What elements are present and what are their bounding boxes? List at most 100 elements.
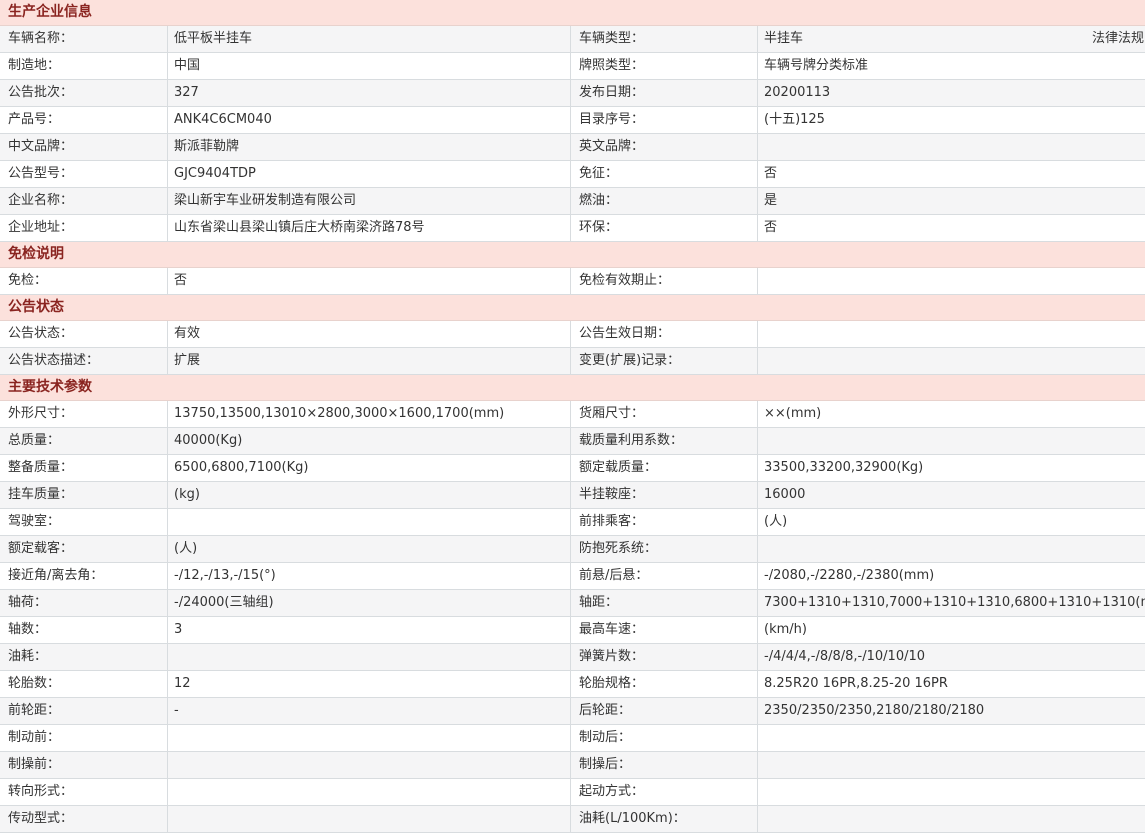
row-value-right: 车辆号牌分类标准: [757, 53, 1145, 79]
row-label-left: 前轮距：: [8, 703, 61, 718]
row-value-left: [167, 509, 570, 535]
row-label-left: 企业名称：: [8, 193, 74, 208]
row-label-right: 燃油：: [570, 188, 757, 214]
section-2: 公告状态 公告状态： 有效 公告生效日期： 公告状态描述： 扩展 变更(扩展)记录：: [0, 295, 1145, 375]
row-value-right: 2350/2350/2350,2180/2180/2180: [757, 698, 1145, 724]
table-row: 公告型号： GJC9404TDP 免征：否: [0, 161, 1145, 188]
table-row: 轴数： 3 最高车速： (km/h): [0, 617, 1145, 644]
row-label-right: 牌照类型：: [570, 53, 757, 79]
row-value-right: [757, 428, 1145, 454]
row-value-right: [757, 752, 1145, 778]
row-label-right: 前悬/后悬：: [570, 563, 757, 589]
row-label-left: 公告状态：: [8, 326, 74, 341]
row-value-right: -/4/4/4,-/8/8/8,-/10/10/10: [757, 644, 1145, 670]
vehicle-info-page: 生产企业信息 车辆名称： 低平板半挂车 车辆类型： 半挂车 法律法规 制造地： 中国 牌照类型：…: [0, 0, 1145, 839]
row-label-right: 起动方式：: [570, 779, 757, 805]
row-value-left: 6500,6800,7100(Kg): [167, 455, 570, 481]
row-value-left: 12: [167, 671, 570, 697]
table-row: 驾驶室： 前排乘客： (人): [0, 509, 1145, 536]
row-label-left: 公告批次：: [8, 85, 74, 100]
legal-regulations-link[interactable]: 法律法规: [1092, 26, 1145, 52]
table-row: 公告状态： 有效 公告生效日期：: [0, 321, 1145, 348]
row-value-left: 中国: [167, 53, 570, 79]
row-label-right: 制动后：: [570, 725, 757, 751]
row-label-right: 前排乘客：: [570, 509, 757, 535]
row-label-left: 轮胎数：: [8, 676, 61, 691]
row-value-left: [167, 752, 570, 778]
row-value-right: 半挂车 法律法规: [757, 26, 1145, 52]
row-label-right: 英文品牌：: [570, 134, 757, 160]
row-label-right: 公告生效日期：: [570, 321, 757, 347]
row-label-left: 公告型号：: [8, 166, 74, 181]
table-row: 挂车质量： (kg) 半挂鞍座： 16000: [0, 482, 1145, 509]
row-value-right: [757, 779, 1145, 805]
row-label-left: 制操前：: [8, 757, 61, 772]
row-label-right: 防抱死系统：: [570, 536, 757, 562]
row-value-right: 是: [757, 188, 1145, 214]
table-row: 外形尺寸： 13750,13500,13010×2800,3000×1600,17…: [0, 401, 1145, 428]
row-label-right: 变更(扩展)记录：: [570, 348, 757, 374]
row-value-left: (人): [167, 536, 570, 562]
table-row: 产品号： ANK4C6CM040 目录序号： (十五)125: [0, 107, 1145, 134]
row-label-right: 发布日期：: [570, 80, 757, 106]
row-label-right: 油耗(L/100Km)：: [570, 806, 757, 832]
row-value-right: 7300+1310+1310,7000+1310+1310,6800+1310+…: [757, 590, 1145, 616]
table-row: 公告批次： 327 发布日期： 20200113: [0, 80, 1145, 107]
table-row: 企业名称： 梁山新宇车业研发制造有限公司 燃油：是: [0, 188, 1145, 215]
row-value-right: ××(mm): [757, 401, 1145, 427]
row-label-left: 制动前：: [8, 730, 61, 745]
row-value-left: 否: [167, 268, 570, 294]
row-label-right: 免征：: [570, 161, 757, 187]
row-value-left: [167, 725, 570, 751]
row-value-left: ANK4C6CM040: [167, 107, 570, 133]
row-label-right: 轴距：: [570, 590, 757, 616]
row-value-right: (十五)125: [757, 107, 1145, 133]
table-row: 额定载客： (人) 防抱死系统：: [0, 536, 1145, 563]
section-1: 免检说明 免检： 否免检有效期止：: [0, 242, 1145, 295]
row-label-left: 企业地址：: [8, 220, 74, 235]
row-label-left: 轴荷：: [8, 595, 48, 610]
row-label-right: 目录序号：: [570, 107, 757, 133]
row-value-right: 33500,33200,32900(Kg): [757, 455, 1145, 481]
row-value-left: 327: [167, 80, 570, 106]
row-value-right: [757, 268, 1145, 294]
row-label-right: 后轮距：: [570, 698, 757, 724]
row-value-right: [757, 348, 1145, 374]
row-label-right: 半挂鞍座：: [570, 482, 757, 508]
row-value-right: [757, 134, 1145, 160]
row-label-right: 车辆类型：: [570, 26, 757, 52]
row-label-left: 总质量：: [8, 433, 61, 448]
row-value-left: -/12,-/13,-/15(°): [167, 563, 570, 589]
table-row: 总质量： 40000(Kg) 载质量利用系数：: [0, 428, 1145, 455]
row-value-left: 3: [167, 617, 570, 643]
row-value-right: [757, 321, 1145, 347]
row-value-left: [167, 644, 570, 670]
row-value-right: 16000: [757, 482, 1145, 508]
row-label-left: 转向形式：: [8, 784, 74, 799]
table-row: 整备质量： 6500,6800,7100(Kg) 额定载质量： 33500,33200…: [0, 455, 1145, 482]
row-value-left: (kg): [167, 482, 570, 508]
table-row: 制动前： 制动后：: [0, 725, 1145, 752]
row-label-right: 轮胎规格：: [570, 671, 757, 697]
table-row: 企业地址： 山东省梁山县梁山镇后庄大桥南梁济路78号 环保：否: [0, 215, 1145, 242]
row-value-right: -/2080,-/2280,-/2380(mm): [757, 563, 1145, 589]
row-value-left: GJC9404TDP: [167, 161, 570, 187]
row-value-left: [167, 779, 570, 805]
table-row: 接近角/离去角： -/12,-/13,-/15(°) 前悬/后悬： -/2080,-/…: [0, 563, 1145, 590]
row-label-left: 接近角/离去角：: [8, 568, 104, 583]
row-label-left: 制造地：: [8, 58, 61, 73]
row-label-left: 额定载客：: [8, 541, 74, 556]
table-row: 轴荷： -/24000(三轴组) 轴距： 7300+1310+1310,7000+13…: [0, 590, 1145, 617]
row-value-right: 否: [757, 215, 1145, 241]
row-value-right: 20200113: [757, 80, 1145, 106]
row-value-left: 梁山新宇车业研发制造有限公司: [167, 188, 570, 214]
row-value-left: -/24000(三轴组): [167, 590, 570, 616]
section-title: 公告状态: [0, 295, 1145, 321]
row-label-left: 传动型式：: [8, 811, 74, 826]
table-row: 中文品牌： 斯派菲勒牌 英文品牌：: [0, 134, 1145, 161]
row-value-left: 低平板半挂车: [167, 26, 570, 52]
row-value-right: [757, 536, 1145, 562]
section-0: 生产企业信息 车辆名称： 低平板半挂车 车辆类型： 半挂车 法律法规 制造地： 中国 牌照类型：…: [0, 0, 1145, 242]
section-title: 生产企业信息: [0, 0, 1145, 26]
row-label-left: 公告状态描述：: [8, 353, 100, 368]
